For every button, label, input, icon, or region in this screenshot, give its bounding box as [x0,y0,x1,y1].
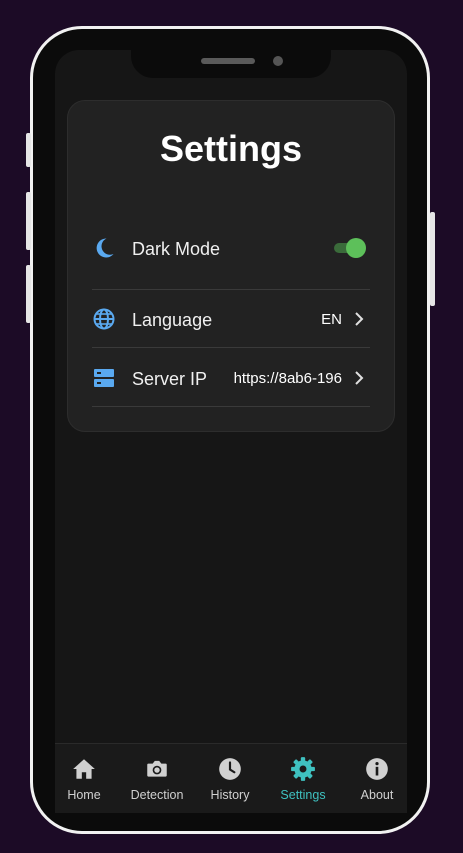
mute-switch [26,133,31,167]
camera-icon [147,760,167,777]
tab-home[interactable]: Home [48,756,120,802]
front-camera [273,56,283,66]
gear-icon [291,757,315,781]
toggle-knob [346,238,366,258]
dark-mode-label: Dark Mode [132,239,221,259]
globe-icon [93,308,115,330]
language-label: Language [132,310,213,330]
tab-label: Settings [280,788,326,802]
volume-down-button [26,265,31,323]
tab-history[interactable]: History [194,756,266,802]
notch [131,50,331,78]
divider [92,347,370,348]
power-button [430,212,435,306]
home-icon [73,759,95,779]
clock-icon [219,758,241,780]
page-title: Settings [159,128,302,169]
server-ip-value: https://8ab6-196 [233,370,342,387]
tab-label: History [210,788,250,802]
language-value: EN [321,311,342,328]
server-ip-row[interactable]: Server IP https://8ab6-196 [92,349,370,407]
tab-settings[interactable]: Settings [267,756,339,802]
tab-label: Home [67,788,101,802]
divider [92,406,370,407]
tab-label: Detection [130,788,184,802]
moon-icon [96,238,114,258]
server-ip-label: Server IP [132,369,208,389]
speaker [201,58,255,64]
tab-label: About [360,788,394,802]
chevron-right-icon [355,312,364,326]
server-icon [94,369,114,387]
language-row[interactable]: Language EN [92,290,370,348]
volume-up-button [26,192,31,250]
dark-mode-toggle[interactable] [334,238,366,258]
tab-detection[interactable]: Detection [121,756,193,802]
info-icon [366,758,388,780]
dark-mode-row[interactable]: Dark Mode [92,220,370,290]
tab-about[interactable]: About [341,756,413,802]
chevron-right-icon [355,371,364,385]
